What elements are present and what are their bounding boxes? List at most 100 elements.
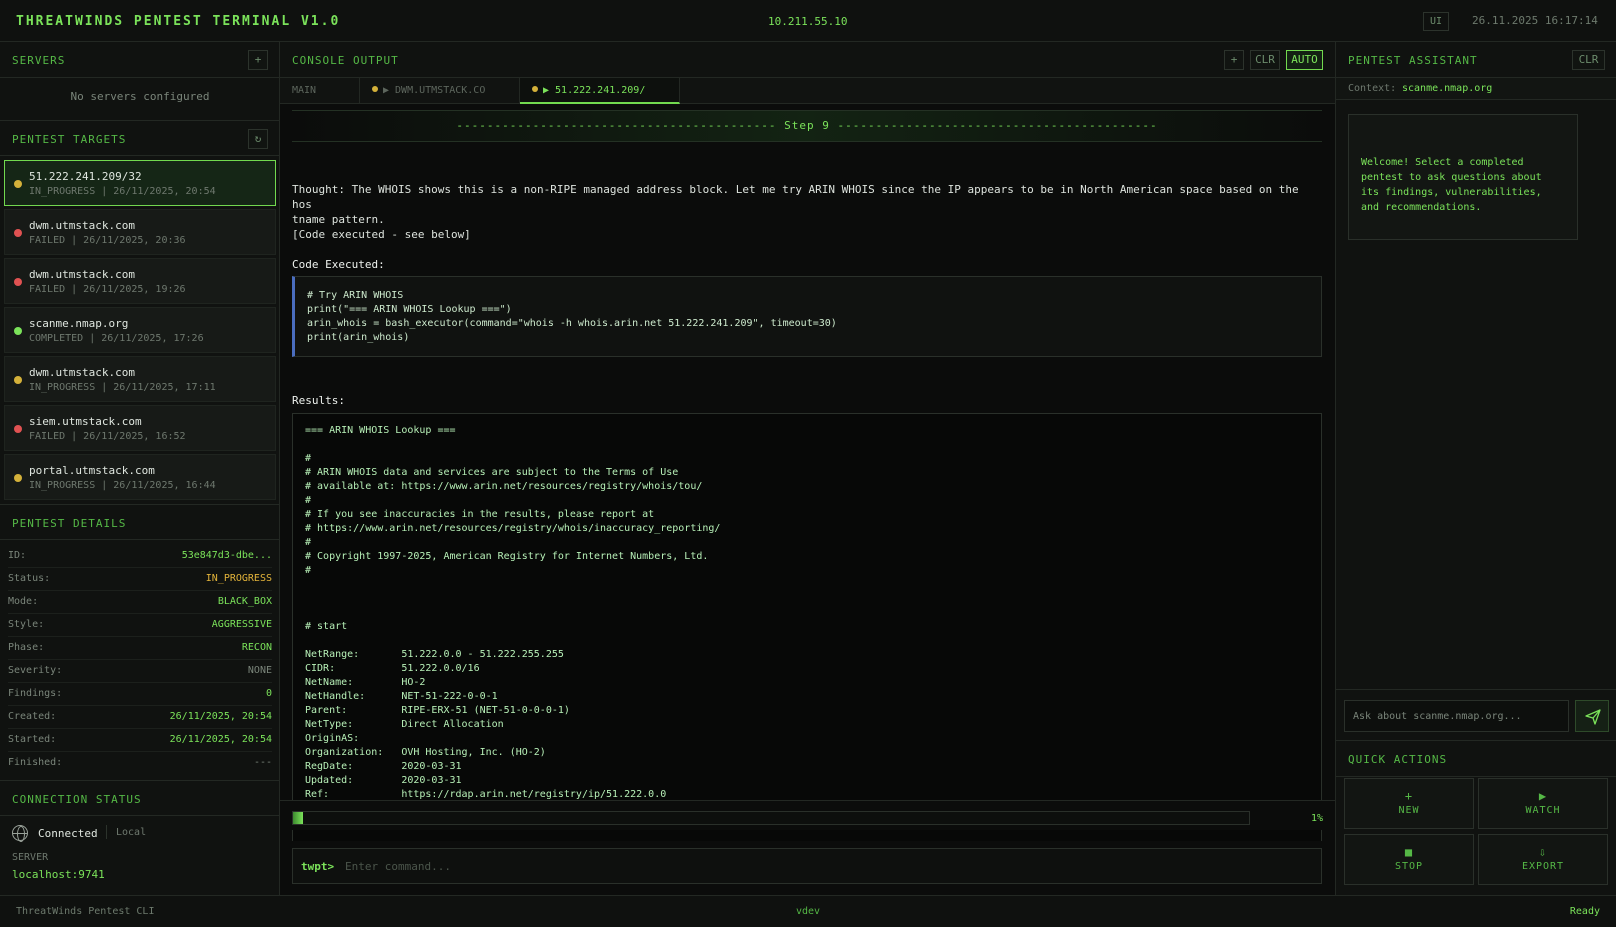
detail-row-phase: Phase: RECON <box>8 638 272 660</box>
server-address: localhost:9741 <box>12 868 105 881</box>
tab-dwm-utmstack[interactable]: ▶ DWM.UTMSTACK.CO <box>360 78 520 104</box>
detail-label: Phase: <box>8 642 45 653</box>
result-line: # <box>305 453 312 464</box>
quick-actions-title: QUICK ACTIONS <box>1348 753 1448 766</box>
context-label: Context: <box>1348 83 1397 94</box>
details-section-header: PENTEST DETAILS <box>0 504 280 540</box>
detail-row-mode: Mode: BLACK_BOX <box>8 592 272 614</box>
code-line: arin_whois = bash_executor(command="whoi… <box>307 318 837 329</box>
result-line: === ARIN WHOIS Lookup === <box>305 425 456 436</box>
detail-row-started: Started: 26/11/2025, 20:54 <box>8 730 272 752</box>
result-line: # ARIN WHOIS data and services are subje… <box>305 467 679 478</box>
status-dot-icon <box>14 229 22 237</box>
target-item[interactable]: siem.utmstack.com FAILED | 26/11/2025, 1… <box>4 405 276 451</box>
connection-section-header: CONNECTION STATUS <box>0 780 280 816</box>
result-line: # https://www.arin.net/resources/registr… <box>305 523 721 534</box>
new-pentest-button[interactable]: + NEW <box>1344 778 1474 829</box>
clear-assistant-button[interactable]: CLR <box>1572 50 1605 70</box>
result-line: # <box>305 565 312 576</box>
code-block: # Try ARIN WHOIS print("=== ARIN WHOIS L… <box>292 276 1322 357</box>
new-tab-button[interactable]: + <box>1224 50 1244 70</box>
result-line: # If you see inaccuracies in the results… <box>305 509 655 520</box>
command-input[interactable] <box>345 855 1305 877</box>
target-item[interactable]: dwm.utmstack.com IN_PROGRESS | 26/11/202… <box>4 356 276 402</box>
globe-icon <box>12 825 28 842</box>
target-name: 51.222.241.209/32 <box>29 170 142 183</box>
detail-value: AGGRESSIVE <box>211 619 272 630</box>
welcome-line: Welcome! Select a completed <box>1361 157 1524 168</box>
ask-input[interactable] <box>1344 700 1569 732</box>
status-dot-icon <box>14 278 22 286</box>
clear-console-button[interactable]: CLR <box>1250 50 1280 70</box>
detail-value: IN_PROGRESS <box>205 573 272 584</box>
status-dot-icon <box>14 376 22 384</box>
target-name: portal.utmstack.com <box>29 464 155 477</box>
send-icon <box>1585 709 1601 725</box>
tab-label: MAIN <box>292 85 317 96</box>
detail-value: 0 <box>265 688 272 699</box>
welcome-line: pentest to ask questions about <box>1361 172 1542 183</box>
target-meta: FAILED | 26/11/2025, 20:36 <box>29 235 186 246</box>
assistant-header: PENTEST ASSISTANT CLR <box>1336 42 1616 78</box>
result-line: NetName: HO-2 <box>305 677 426 688</box>
export-button[interactable]: ⇩ EXPORT <box>1478 834 1608 885</box>
target-name: dwm.utmstack.com <box>29 219 135 232</box>
host-ip: 10.211.55.10 <box>768 15 848 28</box>
status-dot-icon <box>14 180 22 188</box>
target-item[interactable]: scanme.nmap.org COMPLETED | 26/11/2025, … <box>4 307 276 353</box>
result-line: Updated: 2020-03-31 <box>305 775 462 786</box>
tab-51-222-241-209[interactable]: ▶ 51.222.241.209/ <box>520 78 680 104</box>
refresh-targets-button[interactable]: ↻ <box>248 129 268 149</box>
code-note: [Code executed - see below] <box>292 228 471 241</box>
target-item[interactable]: dwm.utmstack.com FAILED | 26/11/2025, 20… <box>4 209 276 255</box>
target-name: scanme.nmap.org <box>29 317 129 330</box>
detail-label: Status: <box>8 573 51 584</box>
target-item[interactable]: 51.222.241.209/32 IN_PROGRESS | 26/11/20… <box>4 160 276 206</box>
result-line: # start <box>305 621 348 632</box>
detail-row-severity: Severity: NONE <box>8 661 272 683</box>
connection-divider <box>106 825 107 839</box>
tab-status-dot-icon <box>372 86 378 92</box>
quick-actions-header: QUICK ACTIONS <box>1336 741 1616 777</box>
console-output[interactable]: ----------------------------------------… <box>292 106 1322 841</box>
target-meta: IN_PROGRESS | 26/11/2025, 16:44 <box>29 480 216 491</box>
send-button[interactable] <box>1575 700 1609 732</box>
target-item[interactable]: dwm.utmstack.com FAILED | 26/11/2025, 19… <box>4 258 276 304</box>
welcome-message: Welcome! Select a completed pentest to a… <box>1348 114 1578 240</box>
auto-scroll-toggle[interactable]: AUTO <box>1286 50 1323 70</box>
console-tabs: MAIN ▶ DWM.UTMSTACK.CO ▶ 51.222.241.209/ <box>280 78 1335 104</box>
tab-main[interactable]: MAIN <box>280 78 360 104</box>
result-line: Organization: OVH Hosting, Inc. (HO-2) <box>305 747 546 758</box>
servers-empty-text: No servers configured <box>70 90 210 103</box>
connection-mode: Local <box>116 827 147 838</box>
add-server-button[interactable]: + <box>248 50 268 70</box>
detail-label: Findings: <box>8 688 63 699</box>
progress-percent: 1% <box>1310 813 1323 824</box>
servers-title: SERVERS <box>12 54 66 67</box>
detail-value: 26/11/2025, 20:54 <box>169 711 272 722</box>
ui-toggle-button[interactable]: UI <box>1423 12 1449 31</box>
progress-area: 1% <box>280 800 1335 830</box>
target-name: dwm.utmstack.com <box>29 268 135 281</box>
plus-icon: + <box>1404 789 1414 803</box>
result-line <box>305 606 1309 620</box>
result-line: NetRange: 51.222.0.0 - 51.222.255.255 <box>305 649 564 660</box>
detail-row-status: Status: IN_PROGRESS <box>8 569 272 591</box>
thought-line: tname pattern. <box>292 213 385 226</box>
result-line: # <box>305 537 312 548</box>
quick-action-label: EXPORT <box>1521 861 1565 872</box>
tab-label: ▶ DWM.UTMSTACK.CO <box>383 85 486 96</box>
connection-state: Connected <box>38 827 98 840</box>
result-line: CIDR: 51.222.0.0/16 <box>305 663 480 674</box>
progress-fill <box>293 812 303 824</box>
watch-button[interactable]: ▶ WATCH <box>1478 778 1608 829</box>
details-title: PENTEST DETAILS <box>12 517 127 530</box>
quick-action-label: NEW <box>1398 805 1420 816</box>
status-dot-icon <box>14 474 22 482</box>
tab-label: ▶ 51.222.241.209/ <box>543 85 646 96</box>
target-item[interactable]: portal.utmstack.com IN_PROGRESS | 26/11/… <box>4 454 276 500</box>
play-icon: ▶ <box>1538 789 1548 803</box>
stop-button[interactable]: ■ STOP <box>1344 834 1474 885</box>
thought-text: Thought: The WHOIS shows this is a non-R… <box>292 182 1322 227</box>
targets-title: PENTEST TARGETS <box>12 133 127 146</box>
